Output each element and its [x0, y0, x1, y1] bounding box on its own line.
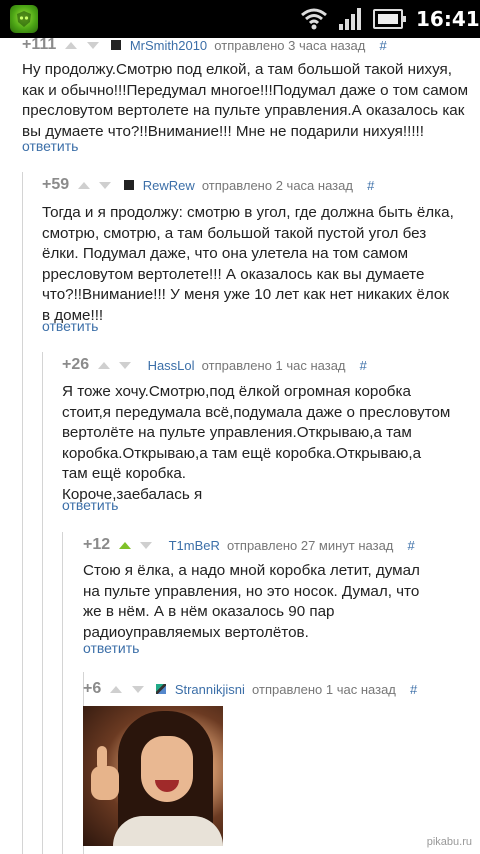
comment-text: Тогда и я продолжу: смотрю в угол, где д… [42, 204, 454, 324]
author-link[interactable]: T1mBeR [169, 538, 220, 553]
watermark: pikabu.ru [426, 836, 472, 848]
author-link[interactable]: Strannikjisni [175, 682, 245, 697]
comment: +6 Strannikjisni отправлено 1 час назад … [83, 680, 480, 850]
comment: +59 RewRew отправлено 2 часа назад # Тог… [42, 176, 480, 336]
author-link[interactable]: RewRew [143, 178, 195, 193]
timestamp: отправлено 1 час назад [201, 357, 346, 373]
timestamp: отправлено 1 час назад [252, 681, 396, 697]
reply-link[interactable]: ответить [83, 640, 139, 656]
author-link[interactable]: HassLol [148, 358, 195, 373]
permalink[interactable]: # [380, 38, 387, 53]
upvote-icon[interactable] [78, 181, 91, 189]
comment: +26 HassLol отправлено 1 час назад # Я т… [62, 356, 480, 516]
comment-meta: +26 HassLol отправлено 1 час назад # [62, 356, 367, 376]
permalink[interactable]: # [408, 538, 415, 553]
comment: +12 T1mBeR отправлено 27 минут назад # С… [83, 536, 480, 656]
comment-text: Ну продолжу.Смотрю под елкой, а там боль… [22, 61, 469, 140]
avatar [110, 40, 121, 50]
upvote-icon[interactable] [119, 541, 132, 549]
clock: 16:41 [416, 7, 480, 31]
downvote-icon[interactable] [140, 541, 153, 549]
score: +12 [83, 536, 111, 553]
score: +59 [42, 176, 70, 193]
comment-meta: +12 T1mBeR отправлено 27 минут назад # [83, 536, 415, 556]
comment-text: Я тоже хочу.Смотрю,под ёлкой огромная ко… [62, 383, 451, 503]
thread-line [22, 172, 23, 854]
upvote-icon[interactable] [98, 361, 111, 369]
upvote-icon[interactable] [110, 685, 123, 693]
permalink[interactable]: # [360, 358, 367, 373]
avatar [123, 180, 134, 190]
score: +6 [83, 680, 102, 697]
comment-meta: +59 RewRew отправлено 2 часа назад # [42, 176, 374, 196]
status-bar: 16:41 [0, 0, 480, 38]
wifi-icon [301, 8, 327, 30]
downvote-icon[interactable] [99, 181, 112, 189]
timestamp: отправлено 2 часа назад [201, 177, 353, 193]
battery-icon [373, 9, 406, 29]
timestamp: отправлено 3 часа назад [214, 37, 366, 53]
permalink[interactable]: # [410, 682, 417, 697]
reply-link[interactable]: ответить [42, 318, 98, 334]
author-link[interactable]: MrSmith2010 [130, 38, 207, 53]
thread-line [42, 352, 43, 854]
timestamp: отправлено 27 минут назад [227, 537, 394, 553]
downvote-icon[interactable] [119, 361, 132, 369]
score: +26 [62, 356, 90, 373]
comment-image[interactable] [83, 706, 223, 846]
downvote-icon[interactable] [86, 41, 99, 49]
score: +111 [22, 36, 57, 53]
comment-text: Стою я ёлка, а надо мной коробка летит, … [83, 562, 420, 641]
downvote-icon[interactable] [131, 685, 144, 693]
reply-link[interactable]: ответить [62, 497, 118, 513]
comment-meta: +111 MrSmith2010 отправлено 3 часа назад… [22, 36, 387, 56]
avatar [155, 684, 166, 694]
reply-link[interactable]: ответить [22, 138, 78, 154]
comment-meta: +6 Strannikjisni отправлено 1 час назад … [83, 680, 417, 700]
upvote-icon[interactable] [65, 41, 78, 49]
thread-line [62, 532, 63, 854]
signal-icon [339, 8, 361, 30]
comment: +111 MrSmith2010 отправлено 3 часа назад… [22, 36, 480, 156]
app-icon [10, 5, 38, 33]
permalink[interactable]: # [367, 178, 374, 193]
